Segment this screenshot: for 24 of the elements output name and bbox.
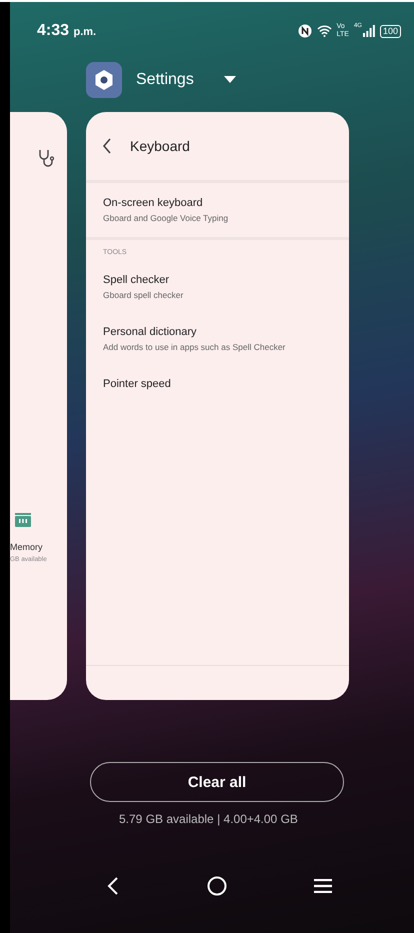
setting-subtitle: Gboard and Google Voice Typing	[103, 213, 230, 223]
stethoscope-icon	[38, 149, 54, 167]
app-title[interactable]: Settings	[136, 71, 194, 89]
screen-title: Keyboard	[130, 138, 190, 154]
setting-title[interactable]: On-screen keyboard	[103, 197, 332, 209]
setting-title[interactable]: Spell checker	[103, 274, 332, 286]
setting-subtitle: Gboard spell checker	[103, 290, 184, 300]
gear-icon[interactable]	[86, 62, 122, 98]
memory-label: Memory	[10, 542, 43, 552]
memory-info: 5.79 GB available | 4.00+4.00 GB	[119, 812, 299, 826]
memory-chip-icon	[15, 513, 31, 527]
status-time: 4:33 p.m.	[37, 22, 96, 40]
dropdown-caret-icon[interactable]	[224, 76, 236, 84]
home-icon[interactable]	[206, 876, 226, 896]
menu-icon[interactable]	[314, 879, 332, 893]
nfc-icon	[298, 24, 312, 38]
battery-indicator: 100	[380, 24, 401, 38]
setting-subtitle: Add words to use in apps such as Spell Checker	[103, 342, 286, 352]
setting-title[interactable]: Pointer speed	[103, 378, 332, 390]
wifi-icon	[316, 25, 332, 37]
setting-title[interactable]: Personal dictionary	[103, 326, 332, 338]
signal-icon	[362, 25, 375, 37]
back-icon[interactable]	[107, 877, 119, 895]
clear-all-button[interactable]: Clear all	[90, 762, 344, 802]
